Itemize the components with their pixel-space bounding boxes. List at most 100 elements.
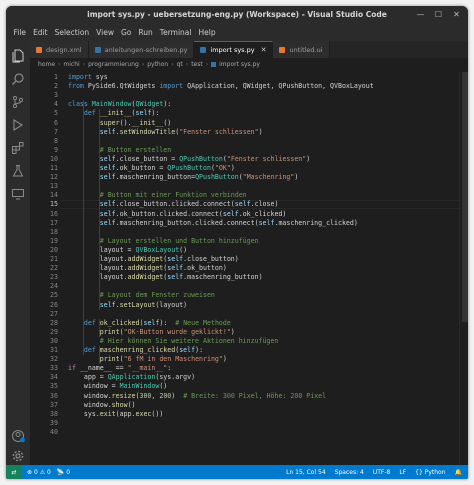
window-title: import sys.py - uebersetzung-eng.py (Wor… <box>87 10 387 19</box>
breadcrumb-item[interactable]: import sys.py <box>219 61 260 68</box>
menu-go[interactable]: Go <box>117 28 134 37</box>
python-file-icon <box>211 62 217 67</box>
line-number: 31 <box>50 346 58 354</box>
indentation[interactable]: Spaces: 4 <box>335 469 364 476</box>
extensions-icon[interactable] <box>11 141 25 155</box>
vscode-window: import sys.py - uebersetzung-eng.py (Wor… <box>6 6 468 479</box>
menu-help[interactable]: Help <box>195 28 219 37</box>
search-icon[interactable] <box>11 72 25 86</box>
line-number: 26 <box>50 300 58 309</box>
explorer-icon[interactable] <box>11 49 25 63</box>
python-file-icon <box>94 46 101 53</box>
line-number: 15 <box>50 200 58 209</box>
settings-gear-icon[interactable] <box>11 449 25 463</box>
menu-file[interactable]: File <box>10 28 30 37</box>
code-text: window.show() <box>68 400 136 409</box>
language-label: Python <box>424 468 446 476</box>
tab-label: design.xml <box>46 45 82 54</box>
activity-bar <box>6 41 30 465</box>
minimize-icon[interactable]: — <box>415 9 426 20</box>
chevron-right-icon: › <box>82 61 86 68</box>
source-control-icon[interactable] <box>11 95 25 109</box>
line-number: 3 <box>54 91 58 100</box>
line-number: 34 <box>50 373 58 382</box>
code-text: print("6 fM in den Maschenring") <box>99 355 227 364</box>
chevron-right-icon: › <box>141 61 145 68</box>
line-number: 12 <box>50 173 58 182</box>
remote-explorer-icon[interactable] <box>11 187 25 201</box>
code-text: sys.exit(app.exec()) <box>68 409 164 418</box>
breadcrumb-item[interactable]: python <box>147 61 168 68</box>
ui-file-icon <box>279 46 286 53</box>
line-number: 40 <box>50 427 58 436</box>
cursor-position[interactable]: Ln 15, Col 54 <box>286 469 326 476</box>
code-text: self.ok_button.clicked.connect(self.ok_c… <box>99 209 287 218</box>
code-editor[interactable]: 1 import sys 2 from PySide6.QtWidgets impor… <box>30 72 468 465</box>
code-text: def __init__(self): <box>83 109 160 118</box>
close-icon[interactable]: ✕ <box>451 9 462 20</box>
tab-untitled-ui[interactable]: untitled.ui <box>273 41 330 58</box>
warning-icon: ⚠ <box>39 468 46 476</box>
warning-count: 0 <box>47 468 51 476</box>
code-text: layout.addWidget(self.ok_button) <box>68 264 227 273</box>
line-number: 21 <box>50 255 58 263</box>
tab-anleitungen-schreiben[interactable]: anleitungen-schreiben.py <box>88 41 195 58</box>
ports-indicator[interactable]: 📡 0 <box>57 469 70 476</box>
menu-run[interactable]: Run <box>135 28 156 37</box>
code-text: self.close_button = QPushButton("Fenster… <box>99 154 311 163</box>
encoding[interactable]: UTF-8 <box>373 469 391 476</box>
end-of-line[interactable]: LF <box>399 469 406 476</box>
title-bar: import sys.py - uebersetzung-eng.py (Wor… <box>6 6 468 24</box>
line-number: 29 <box>50 327 58 336</box>
breadcrumb-item[interactable]: michi <box>63 61 79 68</box>
tab-label: import sys.py <box>210 46 255 54</box>
line-number: 32 <box>50 355 58 364</box>
close-tab-icon[interactable]: ✕ <box>261 46 267 54</box>
testing-icon[interactable] <box>11 164 25 178</box>
menu-view[interactable]: View <box>93 28 118 37</box>
line-number: 33 <box>50 364 58 373</box>
line-number: 28 <box>50 318 58 327</box>
account-icon[interactable] <box>11 429 25 443</box>
problems-indicator[interactable]: ⊗ 0 ⚠ 0 <box>27 469 51 476</box>
tab-design-xml[interactable]: design.xml <box>30 41 89 58</box>
xml-file-icon <box>36 46 42 53</box>
menu-terminal[interactable]: Terminal <box>156 28 195 37</box>
run-debug-icon[interactable] <box>11 118 25 132</box>
chevron-right-icon: › <box>205 61 209 68</box>
line-number: 36 <box>50 391 58 400</box>
vertical-scrollbar[interactable] <box>462 72 468 322</box>
line-number: 10 <box>50 154 58 163</box>
indent-guide <box>83 100 85 356</box>
line-number: 38 <box>50 409 58 418</box>
line-number: 2 <box>54 82 58 91</box>
remote-indicator-icon[interactable]: ⇄ <box>6 465 22 479</box>
line-number: 11 <box>50 164 58 172</box>
language-mode[interactable]: {} Python <box>415 469 445 476</box>
menu-edit[interactable]: Edit <box>30 28 52 37</box>
menu-selection[interactable]: Selection <box>51 28 93 37</box>
error-icon: ⊗ <box>27 468 33 476</box>
braces-icon: {} <box>415 468 423 476</box>
code-text: print("OK-Button wurde geklickt!") <box>99 327 235 336</box>
breadcrumb-item[interactable]: test <box>191 61 203 68</box>
breadcrumb-item[interactable]: programmierung <box>88 61 139 68</box>
tab-import-sys[interactable]: import sys.py ✕ <box>194 41 274 58</box>
maximize-icon[interactable]: ☐ <box>433 9 444 20</box>
breadcrumb-item[interactable]: home <box>38 61 55 68</box>
line-number: 16 <box>50 209 58 218</box>
window-controls: — ☐ ✕ <box>415 9 462 20</box>
code-text: # Layout erstellen und Button hinzufügen <box>99 236 259 245</box>
breadcrumb-item[interactable]: qt <box>177 61 183 68</box>
code-text: layout.addWidget(self.close_button) <box>68 255 239 263</box>
chevron-right-icon: › <box>58 61 61 68</box>
line-number: 6 <box>54 118 58 127</box>
code-text: self.maschenring_button.clicked.connect(… <box>99 218 358 227</box>
line-number: 24 <box>50 282 58 291</box>
ports-icon: 📡 <box>56 468 65 476</box>
error-count: 0 <box>33 468 38 476</box>
code-text: import sys <box>68 73 108 81</box>
code-text: self.ok_button = QPushButton("OK") <box>99 164 235 172</box>
editor-pane: design.xml anleitungen-schreiben.py impo… <box>30 41 468 465</box>
notifications-bell-icon[interactable]: 🔔 <box>455 469 462 476</box>
